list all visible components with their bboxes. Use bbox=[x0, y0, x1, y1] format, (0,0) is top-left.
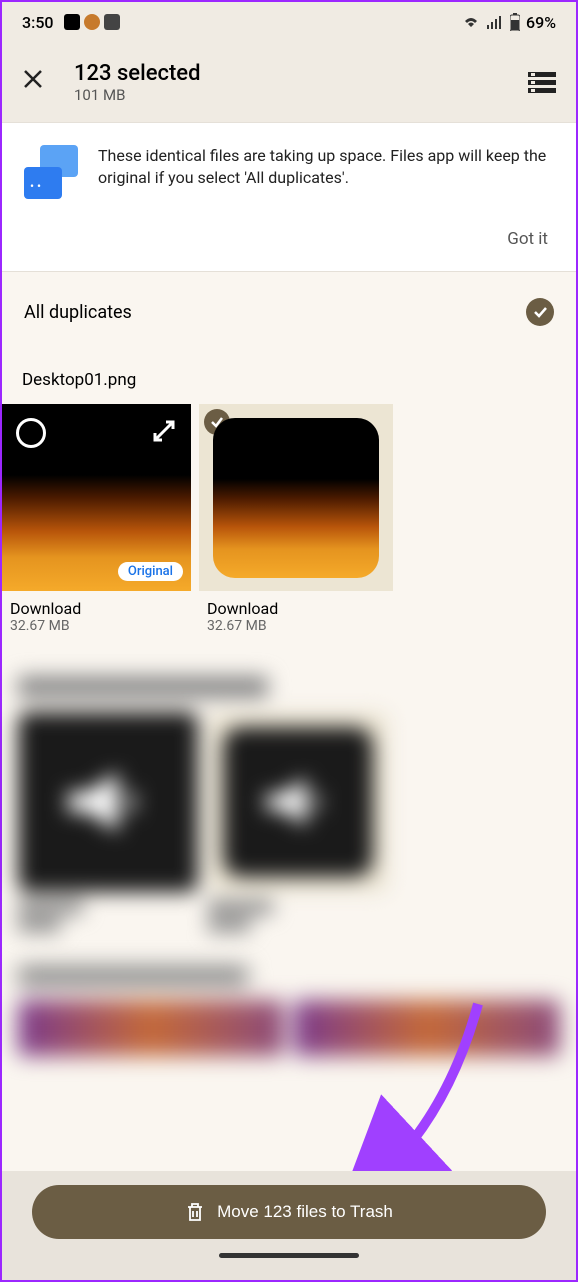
list-view-icon bbox=[528, 70, 556, 94]
info-banner: • • These identical files are taking up … bbox=[2, 122, 576, 272]
close-button[interactable] bbox=[22, 68, 44, 96]
app-header: 123 selected 101 MB bbox=[2, 42, 576, 122]
file-thumbnail-duplicate[interactable] bbox=[199, 404, 393, 591]
status-app-icons bbox=[64, 14, 120, 30]
original-badge: Original bbox=[118, 562, 183, 581]
section-header: All duplicates bbox=[2, 272, 576, 336]
thumbnail-row: Original Download 32.67 MB Download 32.6… bbox=[2, 404, 576, 634]
info-text: These identical files are taking up spac… bbox=[98, 145, 554, 201]
duplicates-icon: • • bbox=[24, 145, 80, 201]
trash-icon bbox=[185, 1201, 205, 1223]
check-icon bbox=[532, 304, 548, 320]
file-thumbnail-original[interactable]: Original bbox=[2, 404, 191, 591]
status-bar: 3:50 69% bbox=[2, 2, 576, 42]
status-right: 69% bbox=[462, 13, 556, 32]
selection-circle-icon bbox=[16, 418, 46, 448]
select-all-toggle[interactable] bbox=[526, 298, 554, 326]
expand-icon bbox=[151, 418, 177, 448]
page-title: 123 selected bbox=[74, 61, 528, 86]
nav-handle[interactable] bbox=[219, 1253, 359, 1258]
dismiss-banner-button[interactable]: Got it bbox=[24, 229, 554, 249]
status-time: 3:50 bbox=[22, 13, 54, 32]
battery-icon bbox=[510, 13, 520, 31]
signal-icon bbox=[486, 15, 504, 29]
view-toggle-button[interactable] bbox=[528, 70, 556, 94]
file-group-name: Desktop01.png bbox=[2, 336, 576, 404]
blurred-content-2 bbox=[2, 966, 576, 1056]
trash-button-label: Move 123 files to Trash bbox=[217, 1202, 393, 1222]
file-location: Download bbox=[10, 599, 187, 618]
blurred-content bbox=[2, 676, 576, 932]
bottom-action-bar: Move 123 files to Trash bbox=[2, 1171, 576, 1280]
section-title: All duplicates bbox=[24, 302, 132, 323]
wifi-icon bbox=[462, 15, 480, 29]
move-to-trash-button[interactable]: Move 123 files to Trash bbox=[32, 1185, 546, 1239]
file-size: 32.67 MB bbox=[10, 618, 187, 634]
file-location: Download bbox=[207, 599, 384, 618]
page-subtitle: 101 MB bbox=[74, 86, 528, 104]
file-size: 32.67 MB bbox=[207, 618, 384, 634]
battery-percent: 69% bbox=[526, 13, 556, 32]
